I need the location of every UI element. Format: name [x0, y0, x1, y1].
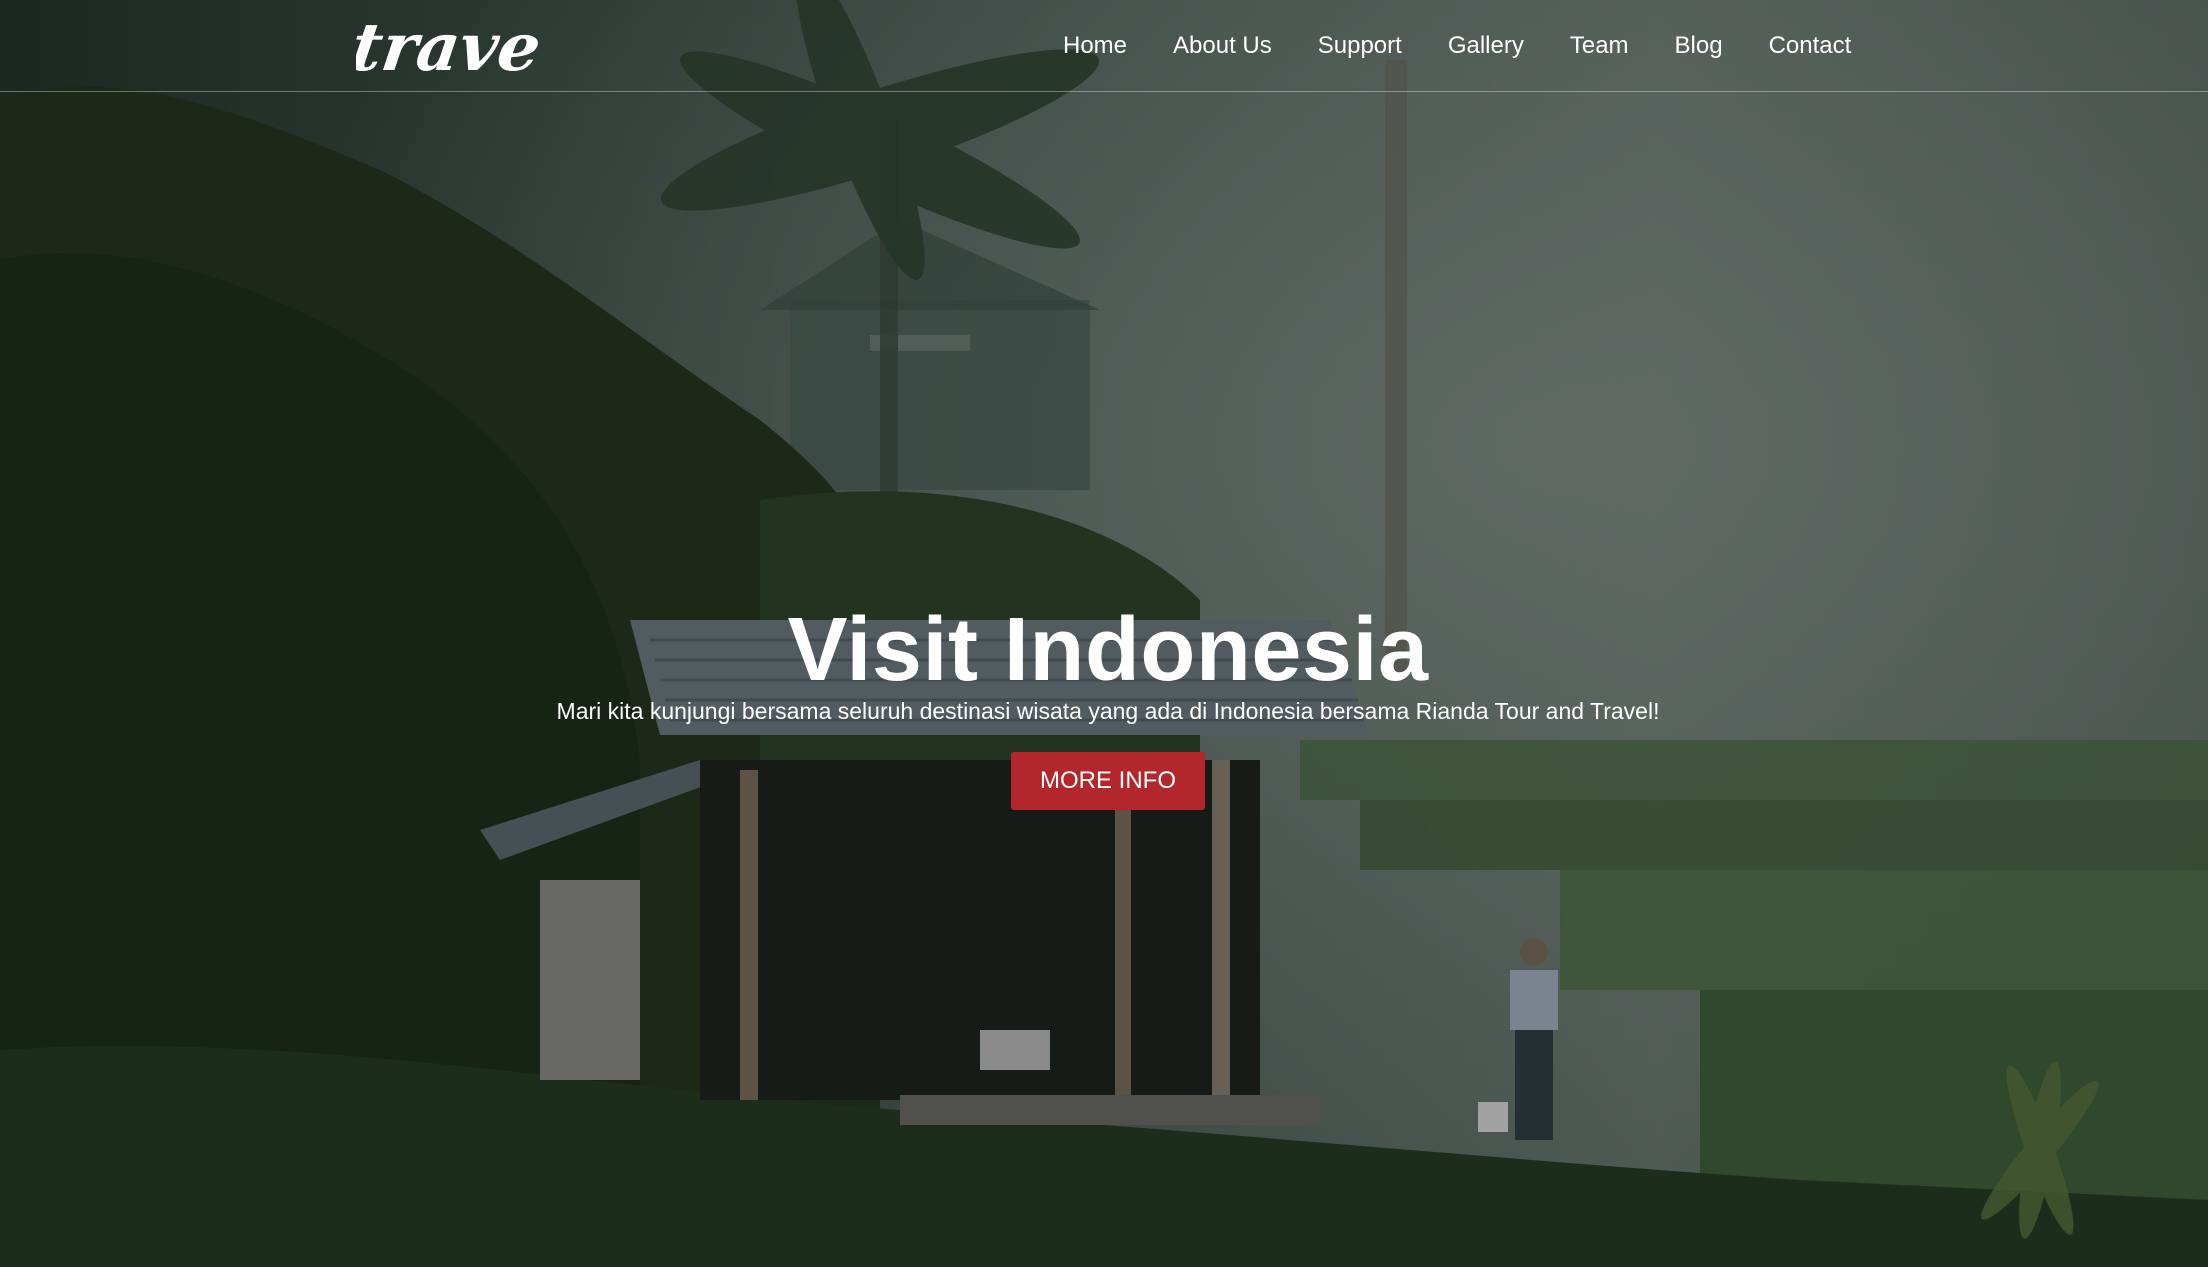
hero-section: travel Home About Us Support Gallery Tea… [0, 0, 2208, 1267]
nav-item-contact[interactable]: Contact [1746, 32, 1875, 60]
hero-title: Visit Indonesia [787, 600, 1429, 700]
hero-subtitle: Mari kita kunjungi bersama seluruh desti… [556, 698, 1660, 724]
nav-item-blog[interactable]: Blog [1652, 32, 1746, 60]
nav-item-support[interactable]: Support [1295, 32, 1425, 60]
top-navbar: travel Home About Us Support Gallery Tea… [0, 0, 2208, 92]
more-info-button[interactable]: MORE INFO [1011, 752, 1205, 810]
hero-content: Visit Indonesia Mari kita kunjungi bersa… [0, 600, 2208, 810]
nav-item-about-us[interactable]: About Us [1150, 32, 1295, 60]
nav-item-gallery[interactable]: Gallery [1425, 32, 1547, 60]
nav-item-home[interactable]: Home [1040, 32, 1150, 60]
main-nav: Home About Us Support Gallery Team Blog … [1040, 0, 1874, 92]
travel-logo[interactable]: travel [356, 4, 538, 84]
nav-item-team[interactable]: Team [1547, 32, 1652, 60]
svg-text:travel: travel [356, 8, 538, 84]
